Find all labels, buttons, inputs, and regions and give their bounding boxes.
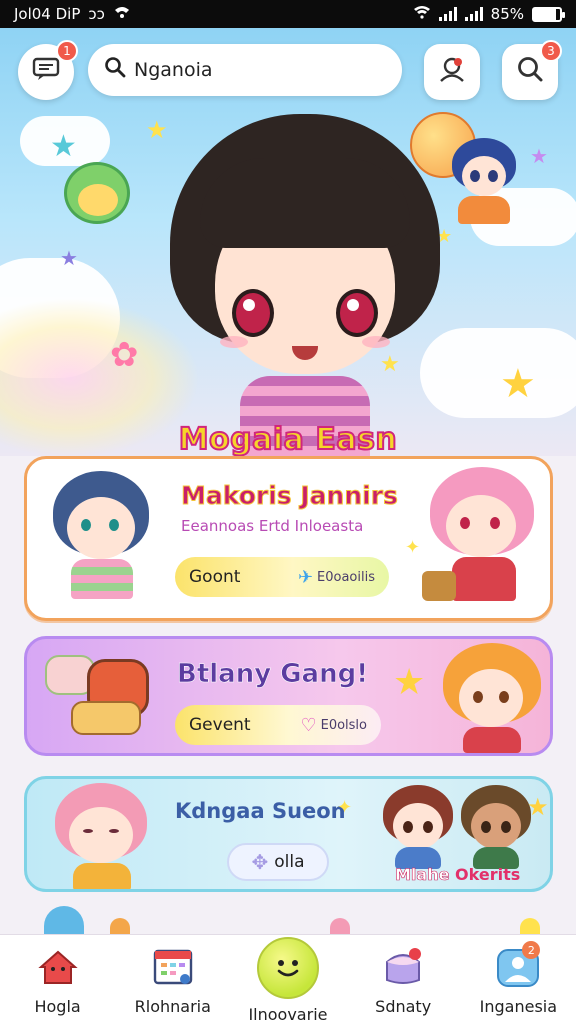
search-icon: [516, 55, 544, 90]
status-extra: ɔɔ: [88, 5, 105, 23]
chibi-pink-cat-girl: [47, 783, 157, 889]
card-subtitle: Eeannoas Ertd Inloeasta: [181, 517, 364, 535]
status-time: Jol04 DiP: [14, 5, 81, 23]
event-card-2[interactable]: Btlany Gang! Gevent ♡ E0olslo ★: [24, 636, 553, 756]
star-icon: ★: [500, 361, 536, 407]
nav-label: Inganesia: [479, 997, 558, 1016]
nav-label: Sdnaty: [375, 997, 432, 1016]
smiley-icon: [256, 937, 319, 999]
puzzle-icon: ✥: [251, 850, 269, 874]
peek-item: [44, 906, 84, 936]
cloud-decoration: [420, 328, 576, 418]
star-icon: ★: [530, 144, 548, 168]
card-action-label: Goont: [189, 567, 241, 587]
card-tag: Mlahe Okerits: [395, 865, 521, 885]
card-action-button[interactable]: Goont ✈ E0oaoilis: [175, 557, 389, 597]
card-action-button[interactable]: ✥ olla: [227, 843, 329, 881]
food-sticker: [71, 701, 141, 735]
home-icon: [34, 943, 82, 991]
star-icon: ★: [393, 662, 426, 703]
nav-item-calendar[interactable]: Rlohnaria: [118, 935, 228, 1016]
bottom-nav: Hogla Rlohnaria Ilnoovarie Sdnaty 2 Inga…: [0, 934, 576, 1024]
event-card-1[interactable]: Makoris Jannirs Eeannoas Ertd Inloeasta …: [24, 456, 553, 621]
status-bar: Jol04 DiP ɔɔ 85%: [0, 0, 576, 28]
battery-percent: 85%: [490, 5, 524, 23]
search-bar[interactable]: [88, 44, 402, 96]
sparkle-icon: ✦: [337, 797, 353, 818]
card-action-meta: E0oaoilis: [317, 569, 375, 585]
card-title: Kdngaa Sueon: [175, 799, 346, 823]
star-icon: ★: [50, 129, 77, 164]
star-icon: ★: [146, 116, 168, 144]
calendar-icon: [149, 943, 197, 991]
nav-label: Hogla: [34, 997, 81, 1016]
star-icon: ★: [527, 793, 549, 821]
search-input[interactable]: [134, 59, 364, 81]
signal-icon: [438, 7, 457, 21]
nav-item-profile[interactable]: 2 Inganesia: [463, 935, 573, 1016]
profile-button[interactable]: [424, 44, 480, 100]
nav-item-home[interactable]: Hogla: [3, 935, 113, 1016]
card-action-meta: E0olslo: [320, 717, 367, 733]
chibi-orange-hair-girl: [437, 643, 547, 753]
chibi-blue-hair: [448, 138, 520, 228]
nav-item-shop[interactable]: Sdnaty: [348, 935, 458, 1016]
search-icon: [104, 56, 126, 84]
card-action-button[interactable]: Gevent ♡ E0olslo: [175, 705, 381, 745]
card-tag-white: Mlahe: [395, 865, 450, 885]
card-action-label: olla: [274, 852, 305, 872]
card-title: Makoris Jannirs: [181, 481, 399, 511]
nav-item-center[interactable]: Ilnoovarie: [233, 935, 343, 1024]
hero-title: Mogaia Easn: [178, 421, 398, 456]
card-action-label: Gevent: [189, 715, 251, 735]
card-title: Btlany Gang!: [177, 659, 369, 690]
chibi-pink-hair-girl: [422, 467, 542, 613]
notification-icon: [113, 5, 131, 23]
card-tag-red: Okerits: [455, 865, 521, 884]
battery-icon: [532, 6, 565, 22]
search-button[interactable]: 3: [502, 40, 562, 100]
nav-label: Rlohnaria: [134, 997, 211, 1016]
chibi-blue-hair-girl: [47, 471, 157, 611]
flower-icon: ✿: [110, 335, 139, 375]
chat-icon: [32, 57, 60, 88]
sparkle-icon: ✦: [405, 537, 421, 558]
sticker-face: [78, 184, 118, 216]
chibi-dark-hair-boy: [457, 785, 537, 869]
heart-icon: ♡: [300, 714, 317, 736]
chat-button[interactable]: 1: [18, 40, 78, 100]
user-location-icon: [437, 54, 467, 91]
star-icon: ★: [60, 246, 78, 270]
hero-character: [170, 114, 440, 456]
shop-bag-icon: [379, 943, 427, 991]
chat-badge: 1: [56, 40, 78, 62]
wifi-icon: [413, 5, 431, 23]
bird-icon: ✈: [297, 566, 314, 588]
nav-label: Ilnoovarie: [248, 1005, 328, 1024]
chibi-brown-hair-boy: [379, 785, 459, 869]
search-badge: 3: [540, 40, 562, 62]
event-card-3[interactable]: Kdngaa Sueon ✦ ✥ olla ★ Mlahe Okerits: [24, 776, 553, 892]
signal-icon-2: [464, 7, 483, 21]
user-icon: 2: [494, 941, 542, 991]
